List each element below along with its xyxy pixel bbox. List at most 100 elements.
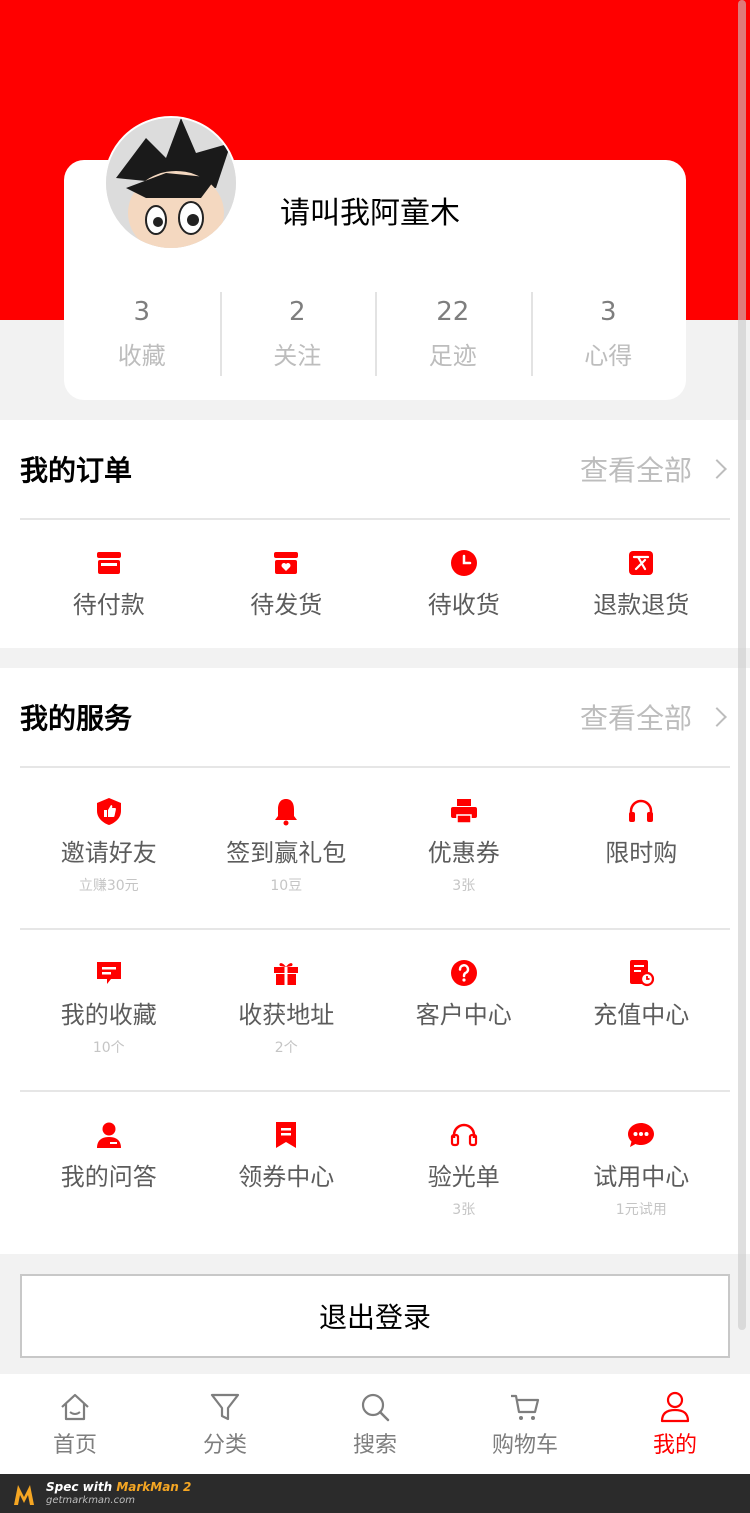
tab-search[interactable]: 搜索 xyxy=(300,1374,450,1474)
tab-home[interactable]: 首页 xyxy=(0,1374,150,1474)
thumbs-up-shield-icon xyxy=(96,798,121,825)
service-my-favorites[interactable]: 我的收藏 10个 xyxy=(20,930,198,1090)
headphones-icon xyxy=(629,799,654,822)
refund-icon xyxy=(629,551,654,575)
order-pending-receipt[interactable]: 待收货 xyxy=(375,520,553,622)
service-label: 试用中心 xyxy=(593,1163,690,1191)
service-sub: 立赚30元 xyxy=(78,878,139,894)
account-page: 请叫我阿童木 3 收藏 2 关注 22 足迹 3 心得 我的订单 查看全部 待付… xyxy=(0,0,750,1513)
service-sub: 10豆 xyxy=(270,878,303,894)
service-sub: 2个 xyxy=(274,1040,298,1056)
stat-history[interactable]: 22 足迹 xyxy=(375,292,531,376)
services-row-3: 我的问答 领券中心 验光单 3张 试用中心 1元试用 xyxy=(20,1092,730,1252)
service-sub: 3张 xyxy=(452,878,476,894)
footer-line1: Spec with MarkMan 2 xyxy=(46,1479,192,1494)
footer-line1a: Spec with xyxy=(46,1479,117,1494)
tab-label: 搜索 xyxy=(352,1433,397,1458)
service-coupons[interactable]: 优惠券 3张 xyxy=(375,768,553,928)
profile-stats: 3 收藏 2 关注 22 足迹 3 心得 xyxy=(64,292,686,376)
services-view-all-button[interactable]: 查看全部 xyxy=(580,697,730,737)
logout-button[interactable]: 退出登录 xyxy=(20,1274,730,1358)
service-label: 邀请好友 xyxy=(60,839,157,867)
order-refund[interactable]: 退款退货 xyxy=(553,520,731,622)
clock-icon xyxy=(450,550,477,576)
section-title: 我的订单 xyxy=(20,454,133,487)
avatar-image-icon xyxy=(106,118,236,248)
service-invite-friends[interactable]: 邀请好友 立赚30元 xyxy=(20,768,198,928)
stat-following[interactable]: 2 关注 xyxy=(219,292,376,376)
tab-label: 分类 xyxy=(202,1433,247,1458)
order-pending-payment[interactable]: 待付款 xyxy=(20,520,198,622)
orders-grid: 待付款 待发货 待收货 退款退货 xyxy=(20,520,730,622)
service-coupon-center[interactable]: 领券中心 xyxy=(198,1092,376,1252)
stat-value: 2 xyxy=(288,297,306,327)
service-addresses[interactable]: 收获地址 2个 xyxy=(198,930,376,1090)
gift-icon xyxy=(274,963,299,985)
service-prescription[interactable]: 验光单 3张 xyxy=(375,1092,553,1252)
stat-reviews[interactable]: 3 心得 xyxy=(530,292,687,376)
scrollbar[interactable] xyxy=(738,0,746,1330)
bottom-tab-bar: 首页 分类 搜索 购物车 我的 xyxy=(0,1374,750,1474)
service-customer-center[interactable]: 客户中心 xyxy=(375,930,553,1090)
stat-favorites[interactable]: 3 收藏 xyxy=(64,292,220,376)
user-outline-icon xyxy=(660,1391,690,1423)
service-label: 验光单 xyxy=(427,1163,500,1191)
service-label: 优惠券 xyxy=(427,839,500,867)
view-all-label: 查看全部 xyxy=(579,702,692,735)
services-section: 我的服务 查看全部 邀请好友 立赚30元 签到赢礼包 10豆 优惠券 3张 限时… xyxy=(0,668,750,1254)
footer-line2: getmarkman.com xyxy=(46,1494,135,1506)
service-label: 我的问答 xyxy=(60,1163,157,1191)
service-trial-center[interactable]: 试用中心 1元试用 xyxy=(553,1092,731,1252)
bookmark-icon xyxy=(276,1122,297,1148)
service-label: 我的收藏 xyxy=(60,1001,157,1029)
store-icon xyxy=(96,552,121,574)
service-sub: 10个 xyxy=(92,1040,125,1056)
service-label: 客户中心 xyxy=(415,1001,512,1029)
stat-label: 心得 xyxy=(584,342,633,370)
footer-text: Spec with MarkMan 2 getmarkman.com xyxy=(46,1479,192,1507)
avatar[interactable] xyxy=(104,116,238,250)
service-recharge[interactable]: 充值中心 xyxy=(553,930,731,1090)
stat-label: 关注 xyxy=(273,342,322,370)
service-my-qa[interactable]: 我的问答 xyxy=(20,1092,198,1252)
orders-header: 我的订单 查看全部 xyxy=(20,420,730,520)
document-clock-icon xyxy=(630,960,655,987)
headset-icon xyxy=(450,1123,477,1147)
view-all-label: 查看全部 xyxy=(579,454,692,487)
filter-icon xyxy=(210,1393,240,1421)
chevron-right-icon xyxy=(707,707,727,727)
order-label: 待发货 xyxy=(250,591,323,619)
tab-label: 购物车 xyxy=(491,1433,558,1458)
services-header: 我的服务 查看全部 xyxy=(20,668,730,768)
order-label: 退款退货 xyxy=(593,591,690,619)
orders-view-all-button[interactable]: 查看全部 xyxy=(580,449,730,489)
username: 请叫我阿童木 xyxy=(280,196,460,231)
markman-footer: Spec with MarkMan 2 getmarkman.com xyxy=(0,1474,750,1513)
cart-icon xyxy=(511,1394,540,1420)
search-icon xyxy=(361,1393,390,1422)
tab-mine[interactable]: 我的 xyxy=(600,1374,750,1474)
order-label: 待收货 xyxy=(427,591,500,619)
user-icon xyxy=(96,1122,121,1148)
footer-line1b: MarkMan 2 xyxy=(116,1479,192,1494)
service-label: 收获地址 xyxy=(238,1001,335,1029)
service-label: 限时购 xyxy=(605,839,678,867)
service-flash-sale[interactable]: 限时购 xyxy=(553,768,731,928)
order-pending-shipment[interactable]: 待发货 xyxy=(198,520,376,622)
shop-heart-icon xyxy=(274,552,299,574)
service-label: 签到赢礼包 xyxy=(226,839,347,867)
service-label: 领券中心 xyxy=(238,1163,335,1191)
stat-value: 3 xyxy=(133,297,151,327)
service-checkin[interactable]: 签到赢礼包 10豆 xyxy=(198,768,376,928)
service-sub: 3张 xyxy=(452,1202,476,1218)
tab-cart[interactable]: 购物车 xyxy=(450,1374,600,1474)
service-label: 充值中心 xyxy=(593,1001,690,1029)
tab-category[interactable]: 分类 xyxy=(150,1374,300,1474)
chat-bubble-icon xyxy=(628,1123,655,1147)
services-row-2: 我的收藏 10个 收获地址 2个 客户中心 充值中心 xyxy=(20,930,730,1092)
stat-value: 22 xyxy=(436,297,470,327)
question-icon xyxy=(450,960,477,986)
bell-icon xyxy=(275,799,298,826)
stat-label: 收藏 xyxy=(117,342,166,370)
tab-label: 我的 xyxy=(652,1433,697,1458)
